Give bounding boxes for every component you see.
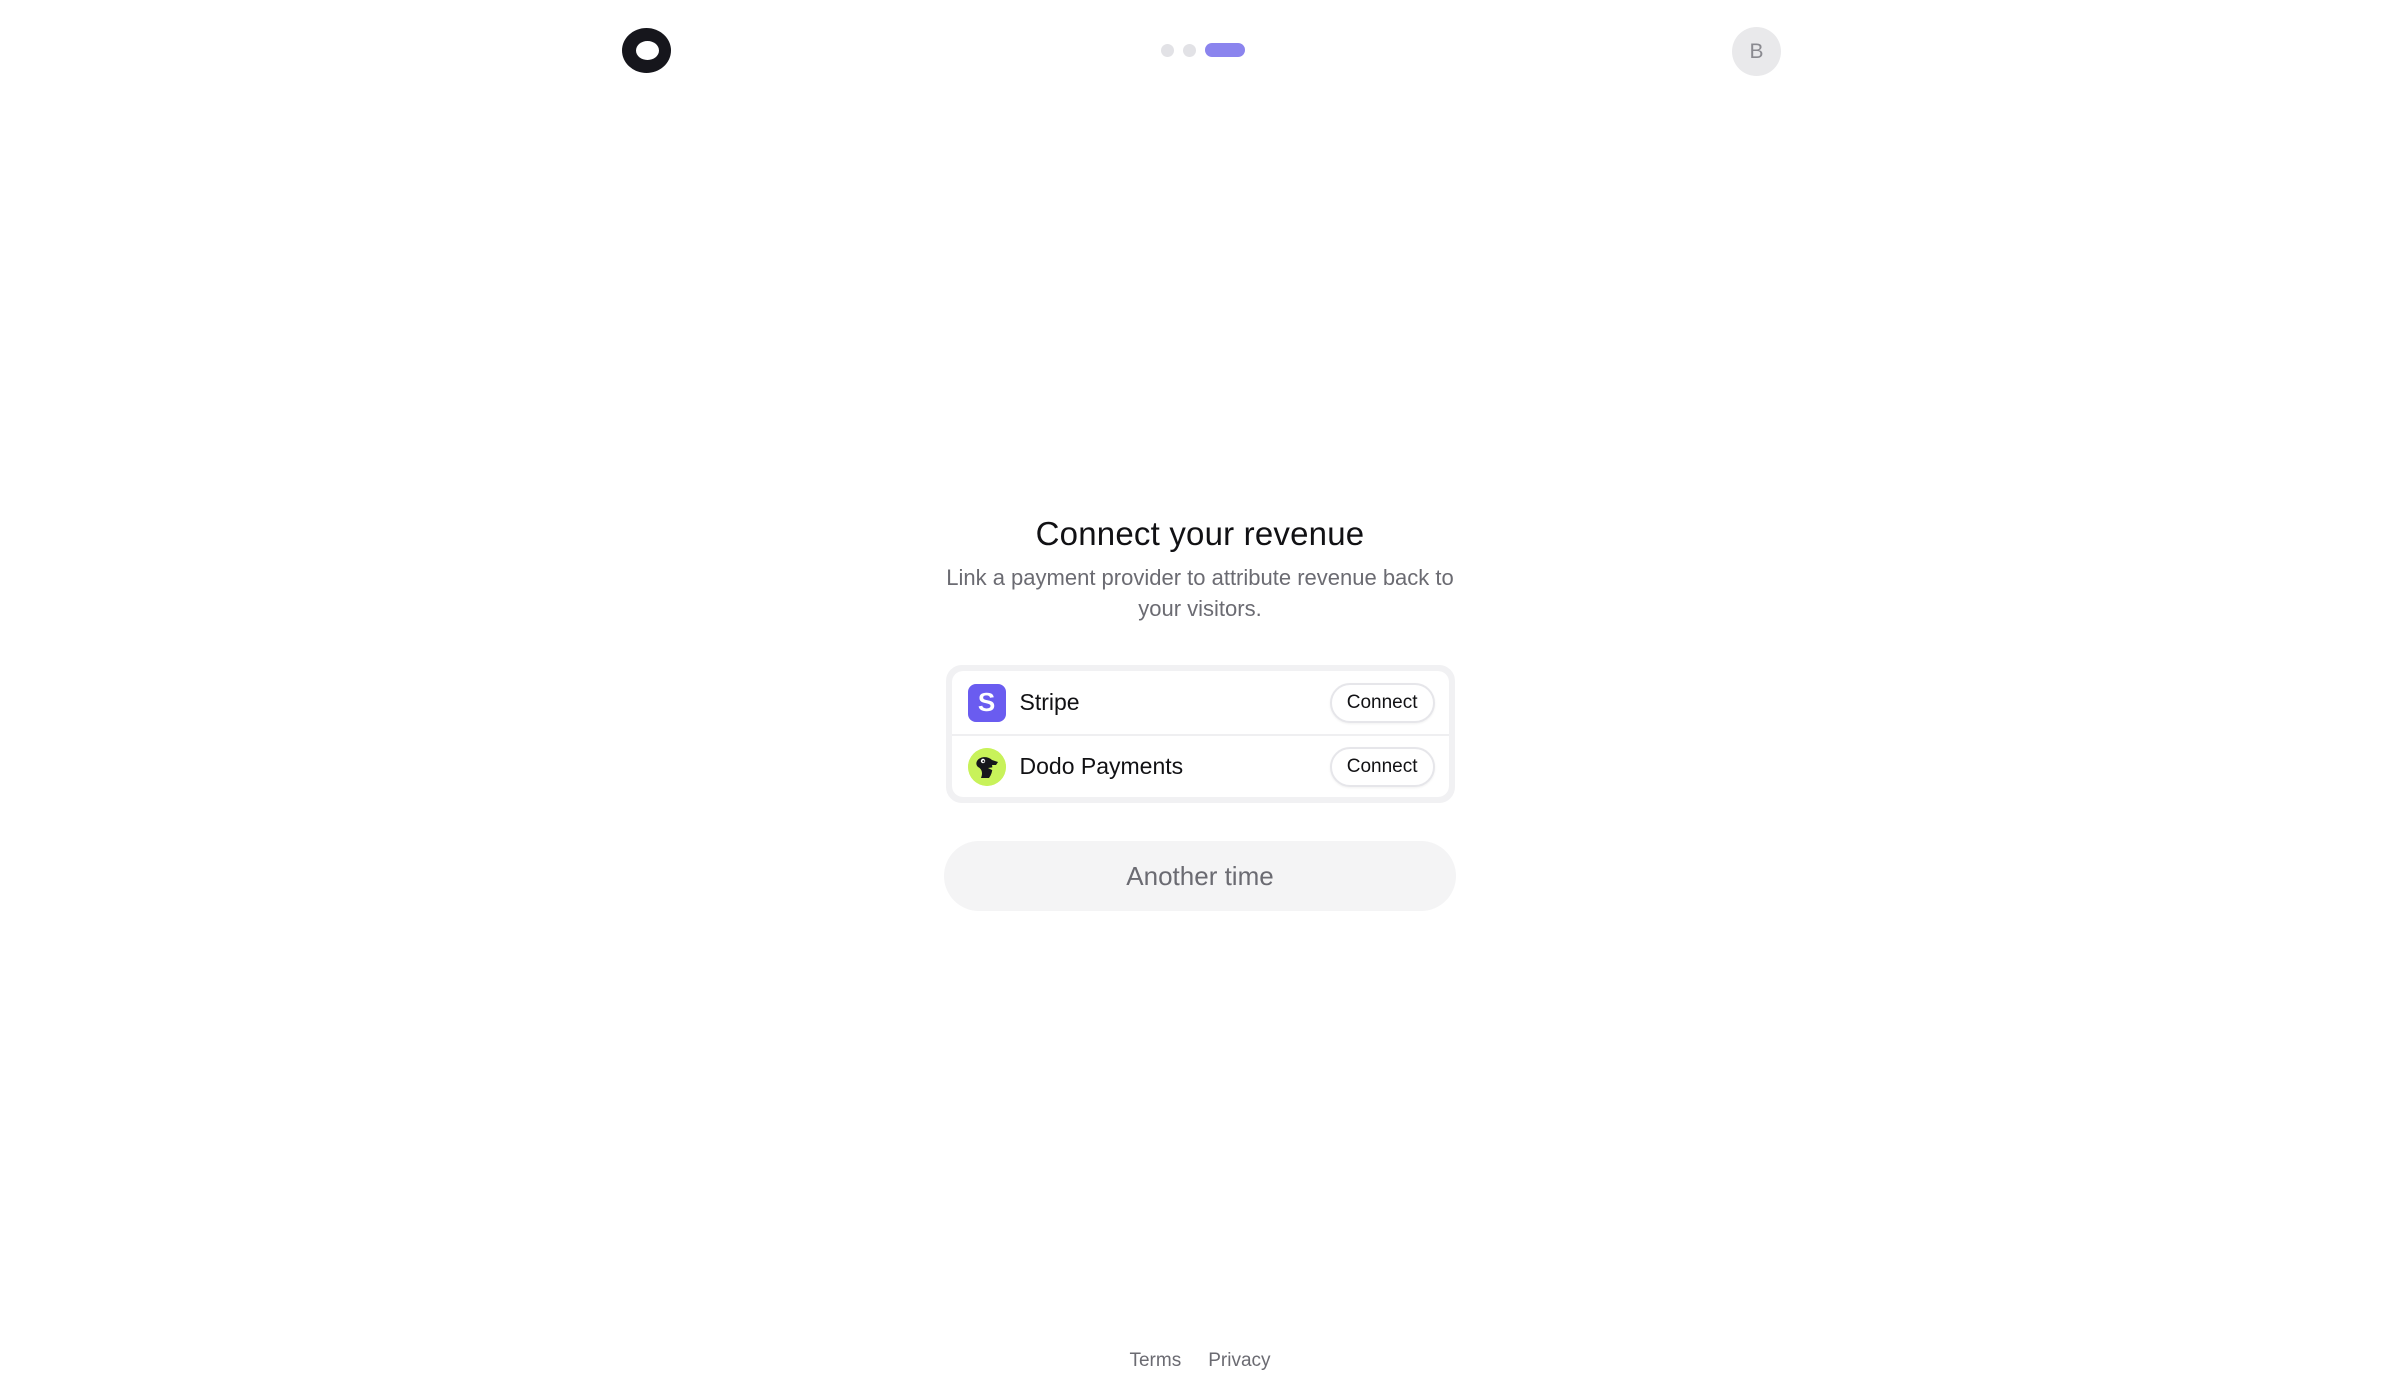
app-logo-icon[interactable] [622, 28, 671, 73]
page-title: Connect your revenue [1035, 515, 1365, 552]
progress-stepper [1161, 43, 1245, 57]
provider-list-card: S Stripe Connect Dodo Payments Connect [945, 665, 1455, 803]
stripe-logo-icon: S [967, 683, 1006, 722]
skip-another-time-button[interactable]: Another time [944, 841, 1456, 911]
onboarding-page: B Connect your revenue Link a payment pr… [0, 0, 2400, 1395]
connect-stripe-button[interactable]: Connect [1329, 682, 1435, 723]
provider-row-stripe: S Stripe Connect [952, 671, 1449, 734]
step-2-dot [1183, 43, 1196, 57]
footer: Terms Privacy [0, 1350, 2400, 1372]
provider-name-stripe: Stripe [1019, 689, 1080, 715]
privacy-link[interactable]: Privacy [1208, 1350, 1270, 1372]
step-3-active-indicator [1205, 43, 1245, 57]
provider-name-dodo-payments: Dodo Payments [1019, 753, 1184, 779]
dodo-logo-icon [967, 747, 1006, 786]
page-subtitle: Link a payment provider to attribute rev… [946, 565, 1454, 621]
terms-link[interactable]: Terms [1129, 1350, 1181, 1372]
provider-row-dodo-payments: Dodo Payments Connect [951, 734, 1449, 797]
connect-dodo-payments-button[interactable]: Connect [1329, 746, 1435, 787]
step-1-dot [1161, 43, 1174, 57]
main-content: Connect your revenue Link a payment prov… [0, 512, 2400, 911]
provider-list: S Stripe Connect Dodo Payments Connect [951, 671, 1449, 797]
user-avatar[interactable]: B [1732, 27, 1781, 76]
dodo-bird-icon [967, 747, 1006, 786]
